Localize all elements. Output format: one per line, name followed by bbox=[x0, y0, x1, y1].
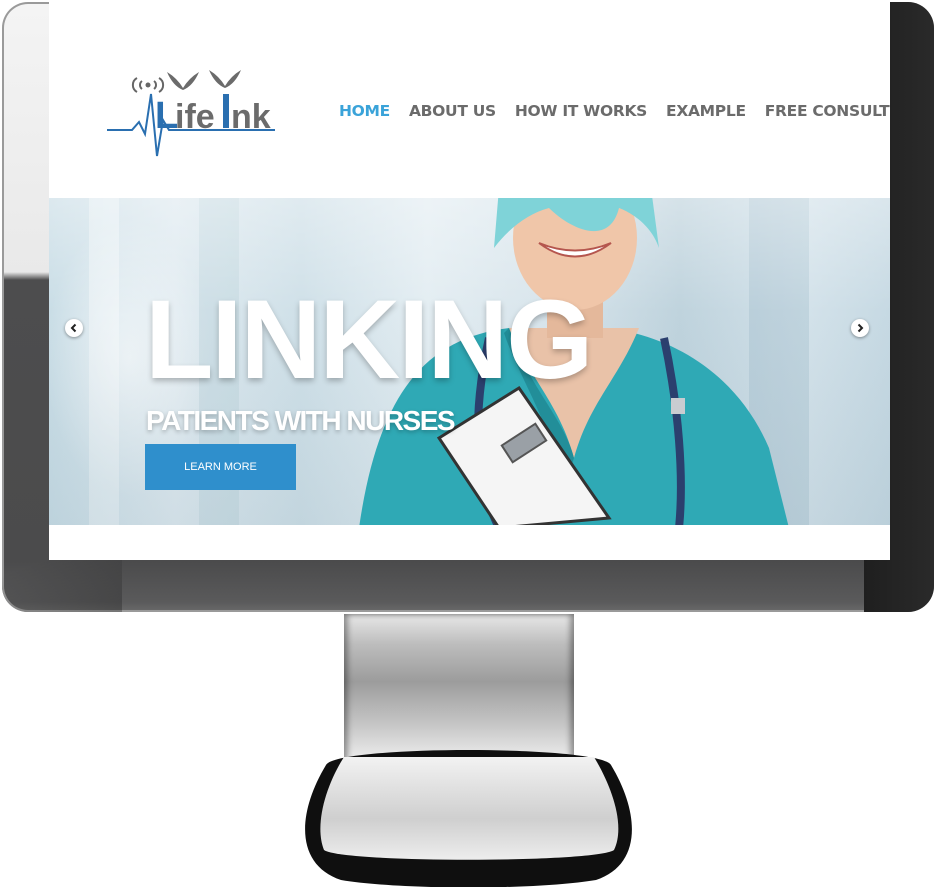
monitor-stand-base bbox=[305, 750, 632, 887]
svg-text:nk: nk bbox=[231, 98, 271, 136]
chevron-left-icon bbox=[70, 323, 77, 333]
hero-subtitle: PATIENTS WITH NURSES bbox=[146, 405, 456, 436]
nav-about-us[interactable]: ABOUT US bbox=[409, 102, 496, 120]
chevron-right-icon bbox=[857, 323, 864, 333]
svg-text:ife: ife bbox=[175, 98, 215, 136]
monitor-stand-neck bbox=[344, 614, 574, 764]
nav-home[interactable]: HOME bbox=[339, 102, 390, 120]
slider-next-button[interactable] bbox=[851, 319, 869, 337]
hero-title: LINKING bbox=[145, 277, 593, 402]
hero-slider: LINKING PATIENTS WITH NURSES LEARN MORE bbox=[49, 198, 890, 525]
nav-how-it-works[interactable]: HOW IT WORKS bbox=[515, 102, 647, 120]
site-header: L ife nk HOME ABOUT US HOW IT WORKS EXAM… bbox=[49, 2, 890, 198]
website-screen: L ife nk HOME ABOUT US HOW IT WORKS EXAM… bbox=[49, 2, 890, 560]
learn-more-button[interactable]: LEARN MORE bbox=[145, 444, 296, 490]
nav-free-consult[interactable]: FREE CONSULT bbox=[765, 102, 890, 120]
slider-prev-button[interactable] bbox=[65, 319, 83, 337]
monitor-frame: L ife nk HOME ABOUT US HOW IT WORKS EXAM… bbox=[2, 2, 934, 612]
nav-example[interactable]: EXAMPLE bbox=[666, 102, 746, 120]
main-nav: HOME ABOUT US HOW IT WORKS EXAMPLE FREE … bbox=[339, 102, 890, 120]
lifeink-logo[interactable]: L ife nk bbox=[107, 60, 275, 160]
